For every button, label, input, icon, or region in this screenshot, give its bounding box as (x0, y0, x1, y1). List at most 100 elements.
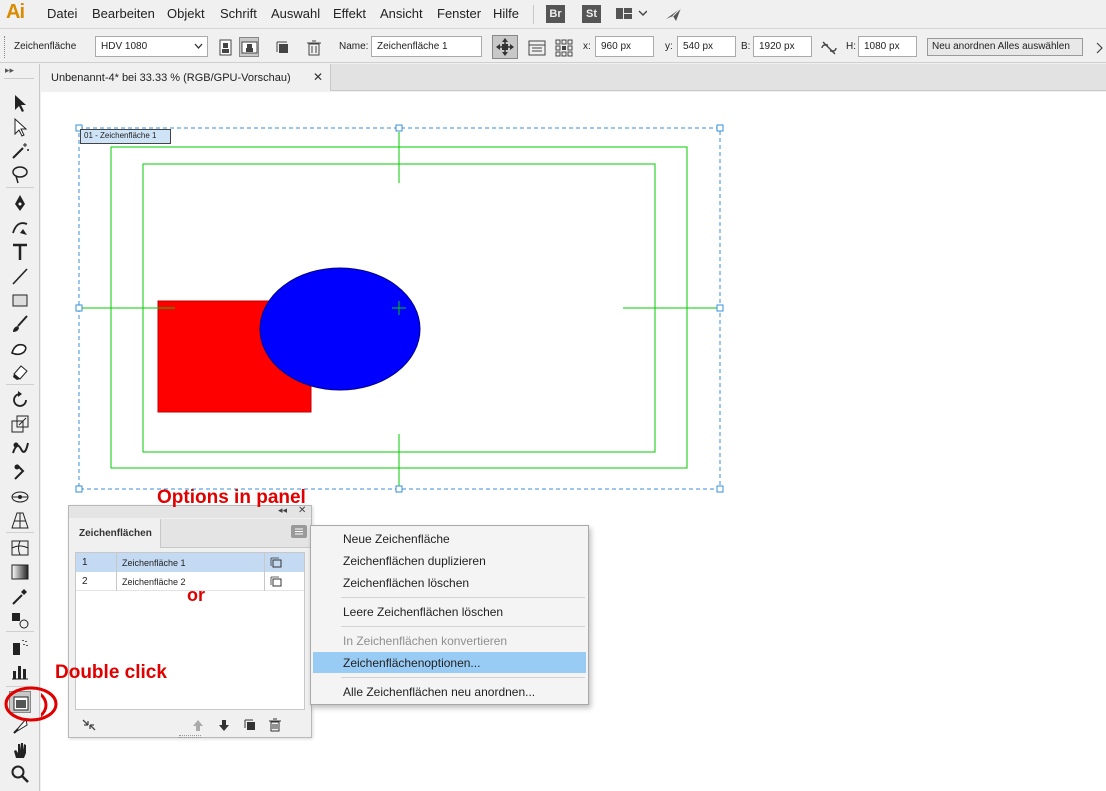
close-icon[interactable]: ✕ (313, 70, 323, 84)
control-bar-grip[interactable] (4, 36, 6, 58)
constrain-proportions-icon[interactable] (818, 37, 838, 57)
menu-objekt[interactable]: Objekt (167, 6, 205, 21)
artboard-name-input[interactable]: Zeichenfläche 1 (371, 36, 482, 57)
gradient-icon (11, 564, 29, 580)
menu-item-artboard-options[interactable]: Zeichenflächenoptionen... (343, 656, 480, 670)
move-down-icon[interactable] (217, 718, 231, 732)
rectangle-button[interactable] (9, 289, 31, 311)
hand-button[interactable] (9, 739, 31, 761)
pen-button[interactable] (9, 192, 31, 214)
menu-ansicht[interactable]: Ansicht (380, 6, 423, 21)
line-button[interactable] (9, 265, 31, 287)
collapse-toolbar-icon[interactable]: ▸▸ (5, 66, 14, 76)
menu-item-delete-empty-artboards[interactable]: Leere Zeichenflächen löschen (343, 605, 503, 619)
zoom-button[interactable] (9, 763, 31, 785)
new-artboard-icon[interactable] (243, 718, 257, 732)
app-logo: Ai (6, 1, 25, 23)
rearrange-icon[interactable] (81, 718, 97, 732)
control-bar-overflow-icon[interactable] (1094, 40, 1106, 56)
selection-tool-button[interactable] (9, 92, 31, 114)
puppet-warp-button[interactable] (9, 461, 31, 483)
x-input[interactable]: 960 px (595, 36, 654, 57)
magic-wand-button[interactable] (9, 140, 31, 162)
artboard-options-icon[interactable] (270, 575, 282, 587)
blue-ellipse[interactable] (259, 267, 421, 391)
reference-point-icon[interactable] (553, 37, 573, 57)
scale-button[interactable] (9, 413, 31, 435)
move-up-icon[interactable] (191, 718, 205, 732)
lasso-button[interactable] (9, 164, 31, 186)
landscape-button[interactable] (239, 37, 259, 57)
warp-button[interactable] (9, 437, 31, 459)
column-graph-button[interactable] (9, 660, 31, 682)
gradient-button[interactable] (9, 561, 31, 583)
select-all-button[interactable]: Alles auswählen (998, 41, 1070, 52)
menu-schrift[interactable]: Schrift (220, 6, 257, 21)
delete-artboard-icon[interactable] (303, 37, 323, 57)
artboard-row-name[interactable]: Zeichenfläche 1 (122, 558, 186, 568)
menu-bearbeiten[interactable]: Bearbeiten (92, 6, 155, 21)
artboard-options-icon[interactable] (270, 556, 282, 568)
eraser-button[interactable] (9, 361, 31, 383)
stock-button[interactable]: St (582, 5, 601, 23)
symbol-sprayer-button[interactable] (9, 636, 31, 658)
menu-hilfe[interactable]: Hilfe (493, 6, 519, 21)
y-input[interactable]: 540 px (677, 36, 736, 57)
zoom-icon (11, 765, 29, 783)
height-input[interactable]: 1080 px (858, 36, 917, 57)
name-label: Name: (339, 41, 369, 52)
document-tab[interactable]: Unbenannt-4* bei 33.33 % (RGB/GPU-Vorsch… (41, 64, 331, 91)
lasso-icon (12, 166, 28, 184)
trash-icon[interactable] (268, 718, 282, 732)
new-artboard-icon[interactable] (272, 37, 292, 57)
artboard-list: 1 Zeichenfläche 1 2 Zeichenfläche 2 (75, 552, 305, 710)
menu-effekt[interactable]: Effekt (333, 6, 366, 21)
paintbrush-button[interactable] (9, 313, 31, 335)
line-icon (12, 268, 28, 285)
artboard-name-label[interactable]: 01 - Zeichenfläche 1 (80, 129, 171, 144)
panel-resize-grip[interactable] (179, 735, 201, 738)
mesh-icon (11, 540, 29, 556)
shaper-button[interactable] (9, 337, 31, 359)
rotate-button[interactable] (9, 389, 31, 411)
artboard-row-number: 2 (82, 576, 88, 587)
perspective-grid-button[interactable] (9, 509, 31, 531)
toolbar-divider (6, 532, 34, 533)
menu-item-delete-artboards[interactable]: Zeichenflächen löschen (343, 576, 469, 590)
warp-icon (12, 442, 29, 454)
move-copy-artwork-button[interactable] (492, 35, 518, 59)
direct-selection-tool-button[interactable] (9, 116, 31, 138)
height-label: H: (846, 41, 856, 52)
blend-button[interactable] (9, 609, 31, 631)
rearrange-button[interactable]: Neu anordnen (932, 41, 995, 52)
mesh-button[interactable] (9, 537, 31, 559)
column-graph-icon (12, 666, 28, 680)
rectangle-icon (12, 294, 28, 307)
tab-artboards[interactable]: Zeichenflächen (69, 519, 161, 548)
artboard-options-icon[interactable] (526, 37, 546, 57)
document-tab-bar: Unbenannt-4* bei 33.33 % (RGB/GPU-Vorsch… (41, 64, 1106, 91)
annotation-or: or (187, 585, 205, 605)
menu-datei[interactable]: Datei (47, 6, 77, 21)
menu-item-rearrange-all-artboards[interactable]: Alle Zeichenflächen neu anordnen... (343, 685, 535, 699)
free-transform-button[interactable] (9, 485, 31, 507)
eyedropper-button[interactable] (9, 585, 31, 607)
menu-fenster[interactable]: Fenster (437, 6, 481, 21)
bridge-button[interactable]: Br (546, 5, 565, 23)
type-button[interactable] (9, 241, 31, 263)
menu-auswahl[interactable]: Auswahl (271, 6, 320, 21)
panel-menu-button[interactable] (291, 525, 307, 538)
menu-separator (341, 597, 585, 598)
width-input[interactable]: 1920 px (753, 36, 812, 57)
menu-item-new-artboard[interactable]: Neue Zeichenfläche (343, 532, 450, 546)
artboard-row-1[interactable]: 1 Zeichenfläche 1 (76, 553, 304, 572)
illustrator-window: Ai Datei Bearbeiten Objekt Schrift Auswa… (0, 0, 1106, 791)
menu-item-duplicate-artboards[interactable]: Zeichenflächen duplizieren (343, 554, 486, 568)
workspace-switcher[interactable] (615, 6, 648, 22)
artboard-row-name[interactable]: Zeichenfläche 2 (122, 577, 186, 587)
portrait-button[interactable] (215, 37, 235, 57)
share-icon[interactable] (664, 5, 684, 23)
magic-wand-icon (12, 143, 29, 159)
preset-select[interactable]: HDV 1080 (95, 36, 208, 57)
curvature-button[interactable] (9, 216, 31, 238)
